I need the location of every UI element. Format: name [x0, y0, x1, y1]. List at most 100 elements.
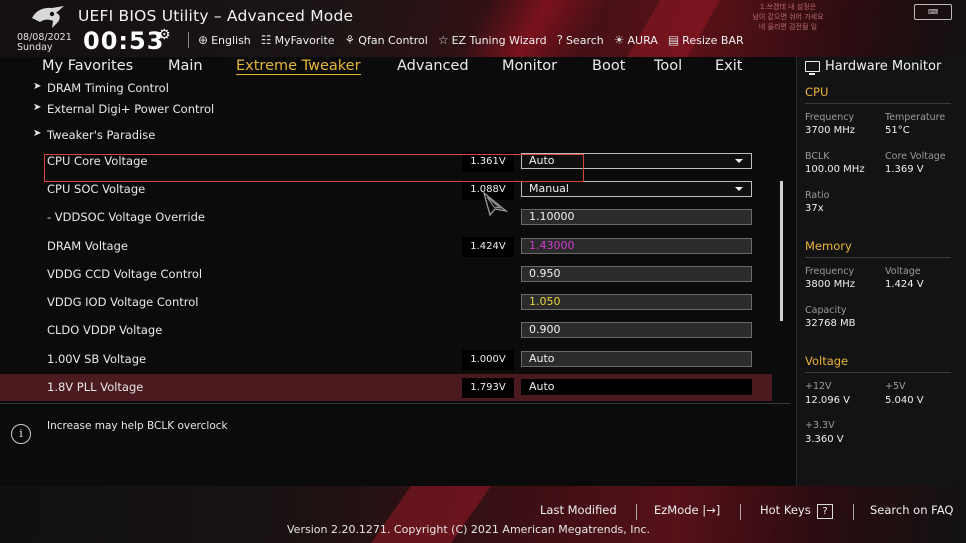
tab-main[interactable]: Main [168, 58, 203, 74]
toolbar-resize-bar-button[interactable]: ▤ Resize BAR [668, 33, 744, 47]
memory-voltage-value: 1.424 V [885, 279, 924, 290]
settings-panel: ➤ DRAM Timing Control ➤ External Digi+ Powe… [0, 79, 790, 401]
memory-capacity-label: Capacity [805, 305, 847, 316]
current-voltage-readout: 1.424V [462, 237, 514, 257]
settings-scrollbar[interactable] [780, 181, 783, 321]
setting-row-vddg-iod-voltage-control[interactable]: VDDG IOD Voltage Control 1.050 [0, 289, 772, 317]
ezmode-label: EzMode [654, 503, 699, 517]
setting-row-vddsoc-voltage-override[interactable]: - VDDSOC Voltage Override 1.10000 [0, 204, 772, 232]
tab-tool[interactable]: Tool [654, 58, 682, 74]
setting-label: 1.00V SB Voltage [47, 352, 147, 366]
cpu-section-title: CPU [805, 85, 829, 99]
aura-icon: ☀ [613, 33, 625, 47]
setting-label: DRAM Voltage [47, 239, 128, 253]
v12-label: +12V [805, 381, 832, 392]
info-icon: i [11, 424, 31, 444]
hot-keys-label: Hot Keys [760, 503, 811, 517]
rog-logo-icon [32, 6, 64, 28]
section-divider [805, 372, 951, 373]
setting-dropdown[interactable]: Manual [521, 181, 752, 197]
setting-row-1-8v-pll-voltage[interactable]: 1.8V PLL Voltage 1.793V Auto [0, 374, 772, 401]
bottom-footer: Last Modified EzMode |→] Hot Keys ? Sear… [0, 486, 966, 543]
hardware-monitor-panel: Hardware Monitor CPU Frequency 3700 MHz … [796, 57, 966, 487]
help-text: Increase may help BCLK overclock [47, 420, 228, 432]
resize-bar-icon: ▤ [667, 33, 680, 47]
ezmode-button[interactable]: EzMode |→] [654, 503, 720, 517]
setting-label: Tweaker's Paradise [47, 128, 156, 142]
tab-extreme-tweaker[interactable]: Extreme Tweaker [236, 58, 361, 75]
cpu-frequency-label: Frequency [805, 112, 855, 123]
setting-value-field[interactable]: 1.050 [521, 294, 752, 310]
setting-label: 1.8V PLL Voltage [47, 380, 144, 394]
setting-row-1-00v-sb-voltage[interactable]: 1.00V SB Voltage 1.000V Auto [0, 346, 772, 374]
chevron-down-icon [735, 187, 743, 191]
header-separator [188, 32, 189, 48]
setting-label: CPU SOC Voltage [47, 182, 146, 196]
current-voltage-readout: 1.000V [462, 350, 514, 370]
search-icon: ? [556, 33, 563, 47]
setting-row-cldo-vddp-voltage[interactable]: CLDO VDDP Voltage 0.900 [0, 317, 772, 345]
toolbar-label: EZ Tuning Wizard [451, 33, 547, 47]
notice-line: 네 올리면 감전될 일 [758, 23, 818, 31]
favorite-icon: ☷ [260, 33, 272, 47]
monitor-icon [805, 61, 820, 75]
help-strip: i Increase may help BCLK overclock [0, 404, 790, 484]
chevron-down-icon [735, 159, 743, 163]
setting-value: 1.10000 [529, 210, 575, 223]
toolbar-myfavorite-button[interactable]: ☷ MyFavorite [261, 33, 335, 47]
toolbar-ez-tuning-wizard-button[interactable]: ☆ EZ Tuning Wizard [438, 33, 547, 47]
setting-row-tweaker-s-paradise[interactable]: ➤ Tweaker's Paradise [0, 122, 772, 150]
setting-value-field[interactable]: Auto [521, 379, 752, 395]
tab-monitor[interactable]: Monitor [502, 58, 557, 74]
tab-advanced[interactable]: Advanced [397, 58, 469, 74]
main-menu-bar: My Favorites Main Extreme Tweaker Advanc… [0, 57, 790, 79]
toolbar-qfan-control-button[interactable]: ⚘ Qfan Control [345, 33, 428, 47]
setting-value-field[interactable]: Auto [521, 351, 752, 367]
v33-value: 3.360 V [805, 434, 844, 445]
voltage-section-title: Voltage [805, 354, 849, 368]
cpu-frequency-value: 3700 MHz [805, 125, 856, 136]
memory-voltage-label: Voltage [885, 266, 921, 277]
setting-value: 1.050 [529, 295, 561, 308]
tab-boot[interactable]: Boot [592, 58, 625, 74]
setting-value-field[interactable]: 0.900 [521, 322, 752, 338]
v5-label: +5V [885, 381, 906, 392]
header-decor [438, 0, 622, 57]
header-notice: 1.쓰겠데 내 설정은 남이 같으면 쉬어 가세요 네 올리면 감전될 일 [738, 2, 838, 32]
setting-row-vddg-ccd-voltage-control[interactable]: VDDG CCD Voltage Control 0.950 [0, 261, 772, 289]
tab-exit[interactable]: Exit [715, 58, 742, 74]
toolbar-label: AURA [627, 33, 658, 47]
footer-separator [636, 504, 637, 520]
setting-row-dram-voltage[interactable]: DRAM Voltage 1.424V 1.43000 [0, 233, 772, 261]
date-display: 08/08/2021 Sunday [17, 33, 72, 53]
ratio-value: 37x [805, 203, 824, 214]
submenu-arrow-icon: ➤ [33, 128, 42, 139]
setting-row-external-digi-power-control[interactable]: ➤ External Digi+ Power Control [0, 96, 772, 124]
toolbar-label: Qfan Control [358, 33, 428, 47]
setting-value: Manual [529, 182, 569, 195]
toolbar-english-button[interactable]: ⊕ English [198, 33, 251, 47]
hot-keys-button[interactable]: Hot Keys ? [760, 503, 833, 519]
cpu-temperature-label: Temperature [885, 112, 946, 123]
setting-label: VDDG IOD Voltage Control [47, 295, 199, 309]
search-on-faq-button[interactable]: Search on FAQ [870, 503, 953, 517]
ratio-label: Ratio [805, 190, 830, 201]
top-header: UEFI BIOS Utility – Advanced Mode 08/08/… [0, 0, 966, 57]
globe-icon: ⊕ [198, 33, 209, 47]
toolbar-label: English [211, 33, 251, 47]
setting-label: DRAM Timing Control [47, 81, 169, 95]
submenu-arrow-icon: ➤ [33, 102, 42, 113]
tab-my-favorites[interactable]: My Favorites [42, 58, 133, 74]
gear-icon[interactable]: ⚙ [158, 27, 171, 43]
memory-section-title: Memory [805, 239, 852, 253]
setting-value-field[interactable]: 1.43000 [521, 238, 752, 254]
keyboard-icon[interactable]: ⌨ [914, 4, 952, 20]
hardware-monitor-title: Hardware Monitor [805, 59, 941, 75]
submenu-arrow-icon: ➤ [33, 81, 42, 92]
setting-value-field[interactable]: 1.10000 [521, 209, 752, 225]
mouse-cursor-icon [482, 191, 508, 217]
last-modified-button[interactable]: Last Modified [540, 503, 617, 517]
setting-value-field[interactable]: 0.950 [521, 266, 752, 282]
toolbar-aura-button[interactable]: ☀ AURA [614, 33, 658, 47]
toolbar-search-button[interactable]: ? Search [557, 33, 604, 47]
